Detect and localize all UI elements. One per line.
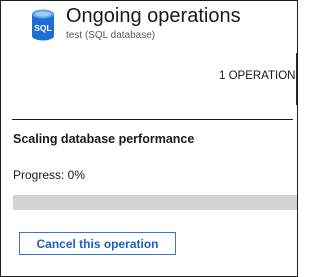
sql-database-icon: SQL xyxy=(32,9,54,41)
operations-panel: SQL Ongoing operations test (SQL databas… xyxy=(0,0,298,277)
cancel-operation-button[interactable]: Cancel this operation xyxy=(19,232,176,255)
vertical-divider xyxy=(296,53,297,105)
panel-header: SQL Ongoing operations test (SQL databas… xyxy=(1,1,297,55)
progress-label: Progress: 0% xyxy=(13,168,86,182)
page-subtitle: test (SQL database) xyxy=(66,30,156,41)
page-title: Ongoing operations xyxy=(66,5,241,27)
section-divider xyxy=(12,119,293,120)
operations-count: 1 OPERATION xyxy=(219,70,296,82)
sql-icon-label: SQL xyxy=(34,23,51,33)
progress-bar xyxy=(13,195,297,210)
operation-title: Scaling database performance xyxy=(13,132,195,146)
